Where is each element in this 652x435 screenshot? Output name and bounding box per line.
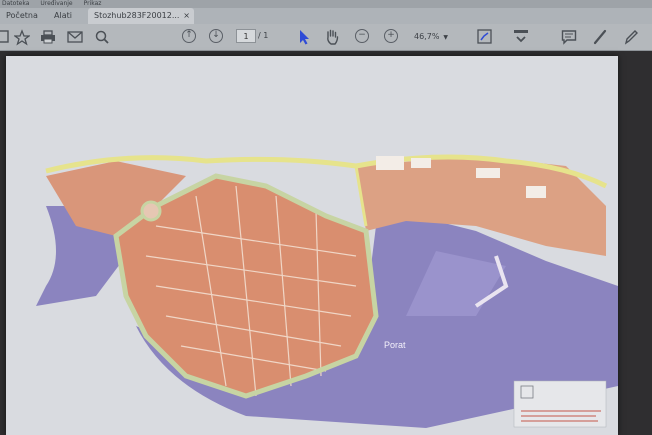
- pdf-page: Porat: [6, 56, 618, 435]
- email-icon[interactable]: [67, 28, 83, 46]
- select-cursor-icon[interactable]: [297, 28, 311, 46]
- hand-icon[interactable]: [324, 28, 340, 46]
- save-icon[interactable]: [0, 28, 10, 46]
- print-icon[interactable]: [40, 28, 56, 46]
- tab-tools[interactable]: Alati: [48, 8, 82, 24]
- close-tab-icon[interactable]: ×: [183, 8, 190, 24]
- tab-document-title: Stozhub283F20012...: [94, 11, 180, 20]
- legend-box: [513, 380, 607, 428]
- zoom-out-icon[interactable]: −: [355, 29, 369, 43]
- scroll-icon[interactable]: [512, 28, 530, 46]
- tab-bar: Početna Alati Stozhub283F20012... ×: [0, 8, 652, 24]
- sign-icon[interactable]: [592, 28, 608, 46]
- comment-icon[interactable]: [561, 28, 577, 46]
- zoom-value: 46,7%: [414, 32, 440, 41]
- page-number-input[interactable]: 1: [236, 29, 256, 43]
- page-up-icon[interactable]: ↑: [182, 29, 196, 43]
- menu-item-edit[interactable]: Uređivanje: [40, 0, 72, 7]
- menu-item-view[interactable]: Prikaz: [84, 0, 102, 7]
- page-down-icon[interactable]: ↓: [209, 29, 223, 43]
- tab-home[interactable]: Početna: [0, 8, 48, 24]
- city-map: Porat: [36, 154, 618, 428]
- chevron-down-icon: ▼: [443, 34, 449, 41]
- bookmark-icon[interactable]: [14, 28, 30, 46]
- fit-page-icon[interactable]: [476, 28, 494, 46]
- menu-item-file[interactable]: Datoteka: [2, 0, 29, 7]
- menu-bar: Datoteka Uređivanje Prikaz: [0, 0, 652, 8]
- toolbar: ↑ ↓ 1 / 1 − + 46,7% ▼: [0, 24, 652, 51]
- tab-document[interactable]: Stozhub283F20012... ×: [88, 8, 194, 24]
- port-label: Porat: [384, 340, 406, 350]
- zoom-in-icon[interactable]: +: [384, 29, 398, 43]
- search-icon[interactable]: [94, 28, 110, 46]
- zoom-select[interactable]: 46,7% ▼: [414, 29, 458, 44]
- pen-icon[interactable]: [623, 28, 639, 46]
- page-total: / 1: [258, 31, 269, 40]
- fortress: [140, 200, 162, 222]
